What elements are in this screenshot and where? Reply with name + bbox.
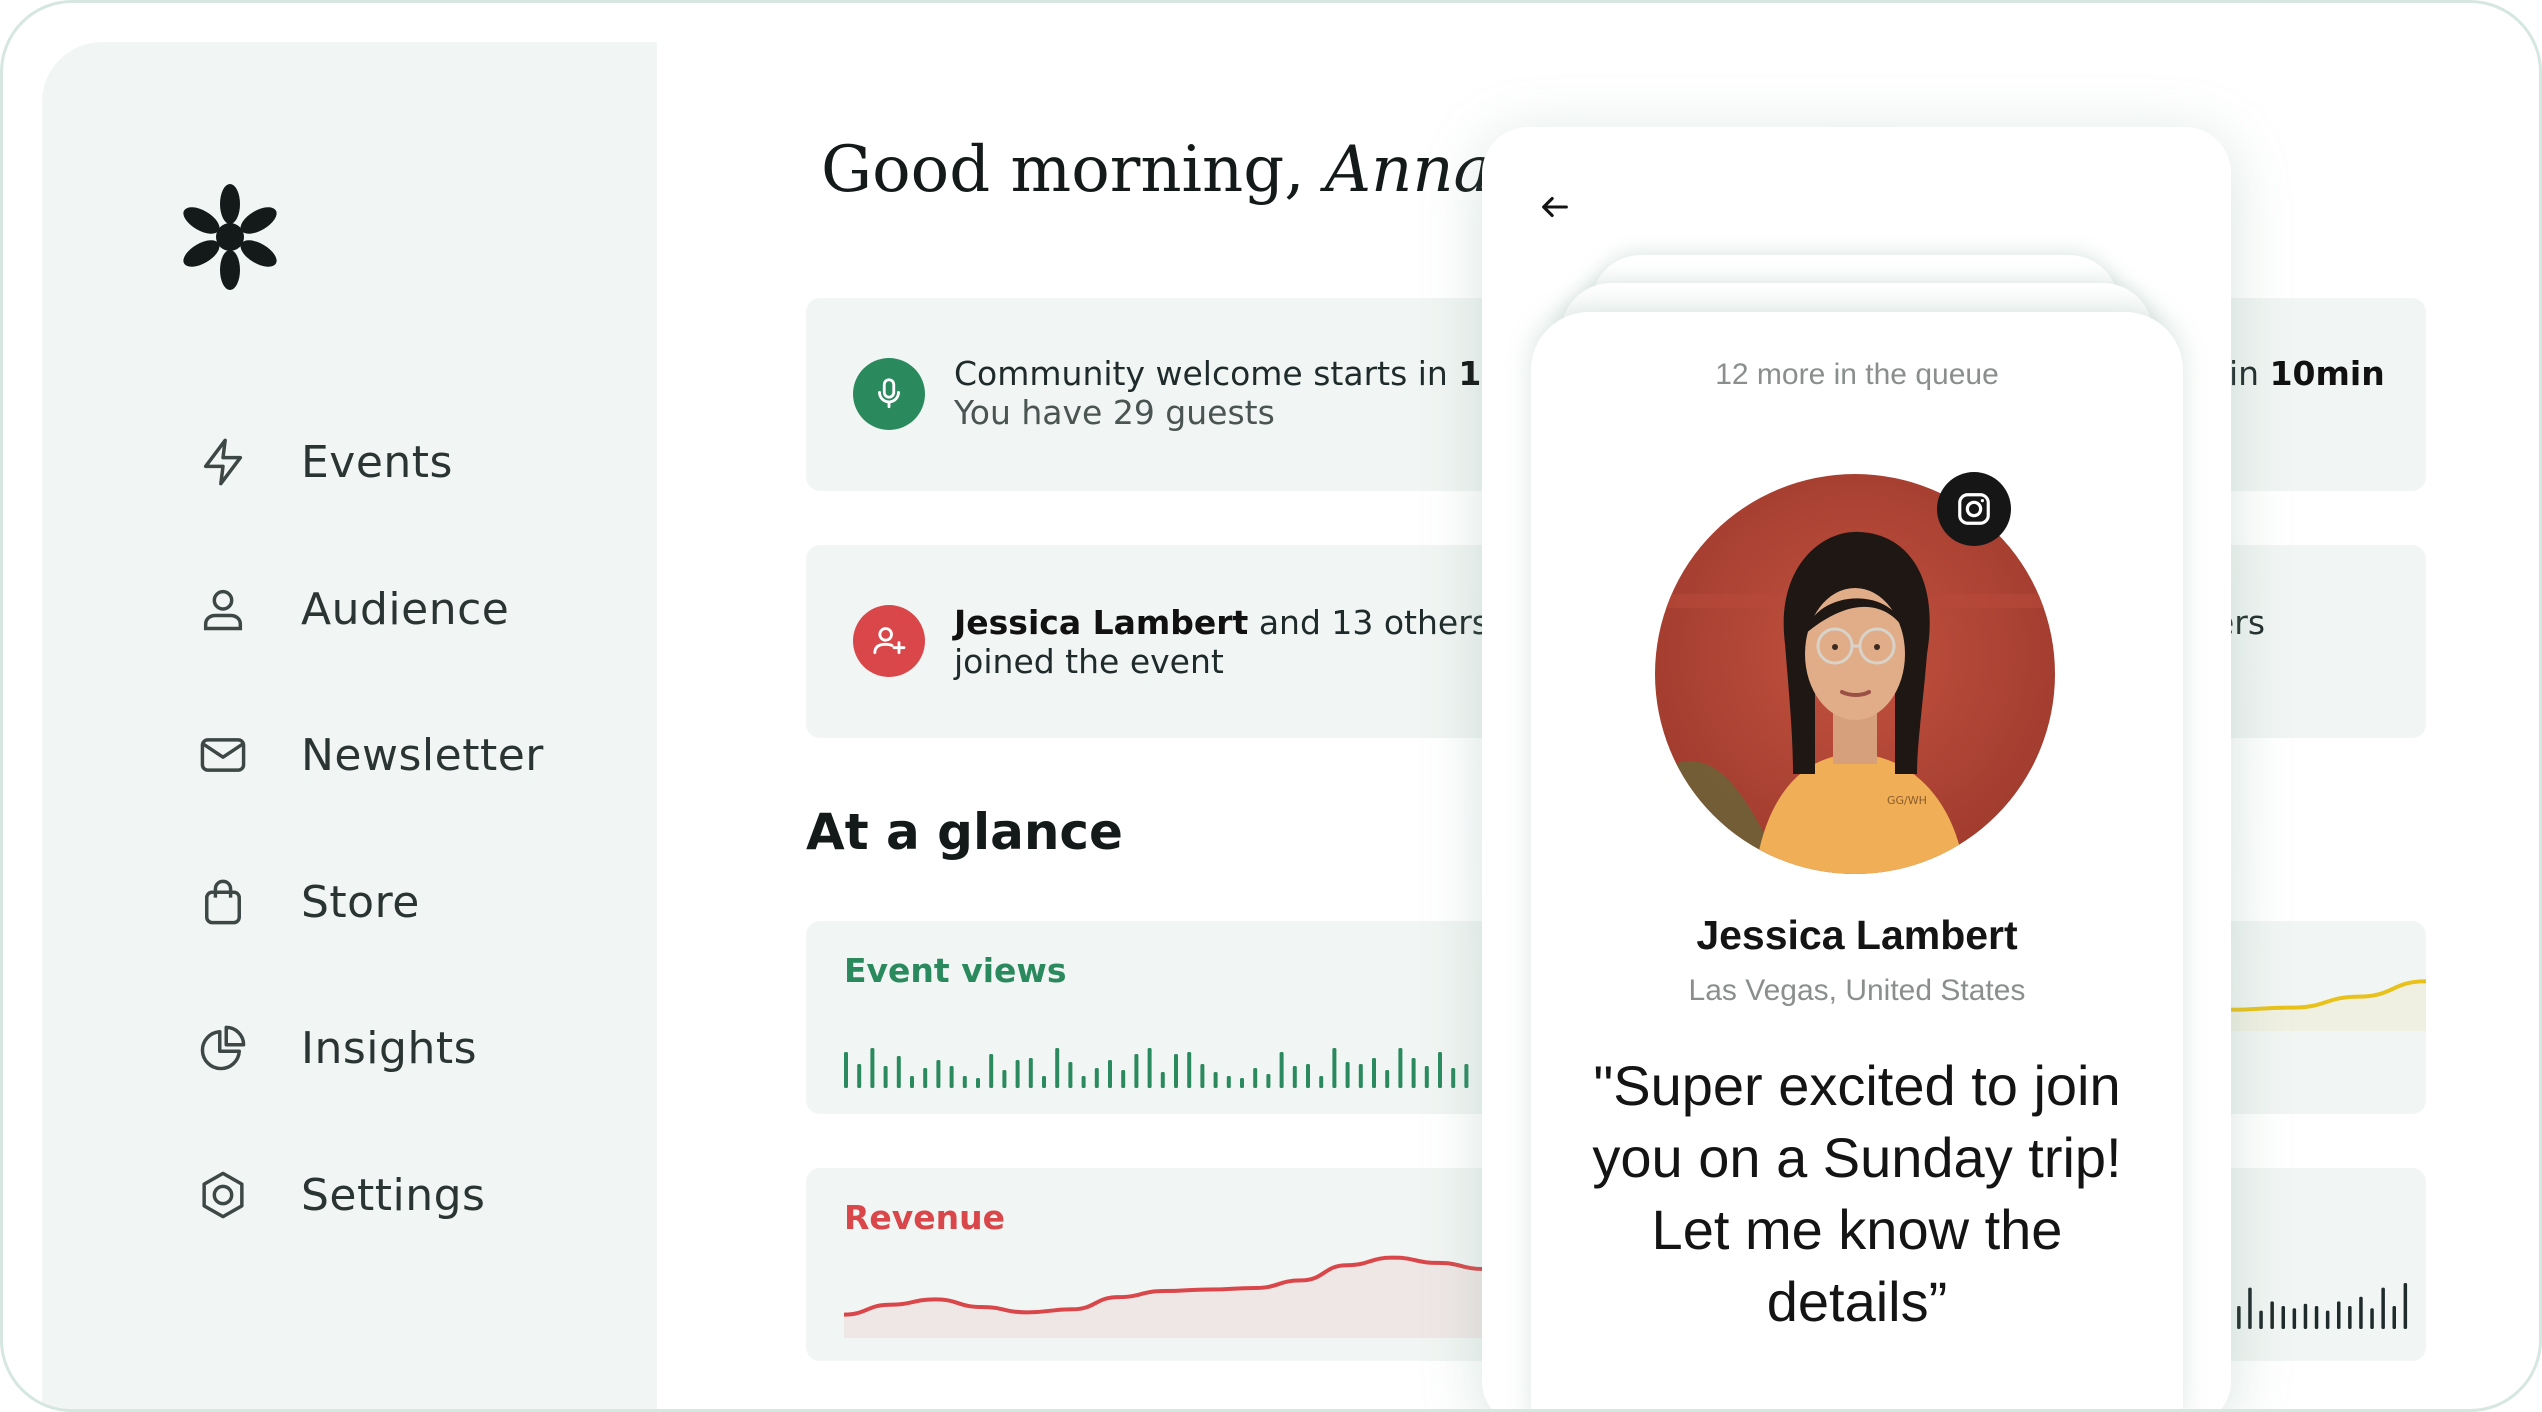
event-views-bar (1358, 1064, 1363, 1088)
sidebar-item-label: Audience (301, 583, 510, 635)
partial-bar (2325, 1310, 2330, 1329)
event-views-bar (1226, 1076, 1231, 1088)
event-views-bar (1068, 1062, 1073, 1088)
event-views-bar (1081, 1076, 1086, 1088)
event-views-bar (1200, 1064, 1205, 1088)
event-views-bar (1108, 1060, 1112, 1088)
event-views-bar (1292, 1066, 1297, 1088)
quote-line: details” (1766, 1270, 1948, 1333)
shopping-bag-icon (205, 879, 241, 925)
event-views-bar (1134, 1054, 1139, 1088)
event-views-bar (1213, 1072, 1218, 1088)
event-views-bar (1372, 1058, 1376, 1088)
event-views-bar (1055, 1048, 1060, 1088)
microphone-icon (853, 358, 925, 430)
partial-bar (2359, 1296, 2363, 1329)
quote-line: "Super excited to join (1593, 1054, 2121, 1117)
event-views-bar (1279, 1052, 1284, 1088)
notification-text: Jessica Lambert and 13 others joined the… (954, 603, 1489, 681)
event-views-bar (844, 1052, 848, 1088)
add-user-icon (853, 605, 925, 677)
sidebar-item-label: Store (301, 876, 420, 928)
instagram-icon[interactable] (1937, 472, 2011, 546)
event-views-bar (1332, 1048, 1337, 1088)
event-views-bar (857, 1064, 862, 1088)
sidebar-item-audience[interactable]: Audience (197, 569, 509, 649)
event-views-bar (1028, 1058, 1033, 1088)
event-views-bar (962, 1076, 967, 1088)
envelope-icon (200, 738, 246, 772)
person-icon (203, 589, 243, 631)
event-views-bar (949, 1066, 954, 1088)
event-views-bar (896, 1056, 901, 1088)
metric-label: Revenue (844, 1198, 1006, 1237)
partial-bar (2348, 1306, 2352, 1329)
partial-bar (2403, 1283, 2408, 1329)
svg-text:GG/WH: GG/WH (1887, 794, 1927, 807)
asterisk-logo-icon[interactable] (180, 184, 280, 290)
sidebar-item-insights[interactable]: Insights (197, 1008, 477, 1088)
notification-line1: Community welcome starts in (954, 354, 1448, 393)
partial-bar (2392, 1306, 2396, 1329)
profile-location: Las Vegas, United States (1688, 974, 2026, 1007)
partial-bar (2370, 1308, 2374, 1329)
section-title: At a glance (806, 803, 1123, 861)
event-views-bar (1240, 1078, 1244, 1088)
partial-bar (2314, 1306, 2319, 1329)
profile-card[interactable]: 12 more in the queue GG/WH Jessica Lambe… (1531, 312, 2183, 1409)
hexagon-settings-icon (202, 1171, 244, 1219)
event-views-bar (910, 1076, 914, 1088)
event-views-bar (1385, 1070, 1390, 1088)
page-title: Good morning, Anna (821, 133, 1492, 207)
pie-chart-icon (200, 1025, 246, 1071)
event-views-bar (1345, 1062, 1350, 1088)
partial-bar (2381, 1287, 2385, 1329)
sidebar-item-label: Insights (301, 1022, 478, 1074)
app-window: Events Audience Newsletter Store Insight… (0, 0, 2542, 1412)
event-views-bar (1094, 1068, 1099, 1088)
event-views-bar (1266, 1074, 1271, 1088)
event-views-bar (870, 1048, 875, 1088)
sidebar-item-label: Newsletter (301, 729, 544, 781)
event-views-bar (1042, 1076, 1046, 1088)
sidebar: Events Audience Newsletter Store Insight… (42, 42, 657, 1409)
event-views-bar (1147, 1048, 1152, 1088)
queue-count: 12 more in the queue (1715, 358, 1999, 391)
greeting-text: Good morning, (821, 133, 1305, 207)
event-views-bar (1306, 1064, 1310, 1088)
profile-name: Jessica Lambert (1696, 912, 2018, 958)
event-views-bar (976, 1078, 980, 1088)
event-views-bar (1187, 1052, 1192, 1088)
event-views-bar (989, 1054, 994, 1088)
sidebar-item-label: Settings (301, 1169, 486, 1221)
event-views-bar (1121, 1070, 1126, 1088)
sidebar-item-newsletter[interactable]: Newsletter (197, 715, 544, 795)
event-views-bar (1160, 1072, 1165, 1088)
quote-line: you on a Sunday trip! (1592, 1126, 2122, 1189)
profile-quote: "Super excited to join you on a Sunday t… (1571, 1050, 2143, 1338)
event-views-bar (1015, 1060, 1020, 1088)
notification-user-name: Jessica Lambert (954, 603, 1249, 642)
event-views-bar (1398, 1048, 1403, 1088)
lightning-icon (203, 438, 243, 486)
event-views-bar (1319, 1076, 1324, 1088)
sidebar-item-label: Events (301, 436, 453, 488)
event-views-bar-chart (844, 1048, 1469, 1088)
back-arrow-icon[interactable] (1538, 190, 1572, 224)
event-views-bar (883, 1066, 888, 1088)
event-views-bar (923, 1068, 928, 1088)
quote-line: Let me know the (1651, 1198, 2063, 1261)
revenue-line-chart (844, 1255, 1484, 1338)
event-views-bar (1174, 1054, 1178, 1088)
sidebar-item-settings[interactable]: Settings (197, 1155, 485, 1235)
event-views-bar (1253, 1068, 1258, 1088)
event-views-bar (1002, 1070, 1007, 1088)
metric-label: Event views (844, 951, 1067, 990)
sidebar-item-events[interactable]: Events (197, 422, 453, 502)
sidebar-item-store[interactable]: Store (197, 862, 420, 942)
event-views-bar (936, 1060, 941, 1088)
partial-bar (2337, 1301, 2341, 1329)
notification-line2: joined the event (954, 642, 1224, 681)
